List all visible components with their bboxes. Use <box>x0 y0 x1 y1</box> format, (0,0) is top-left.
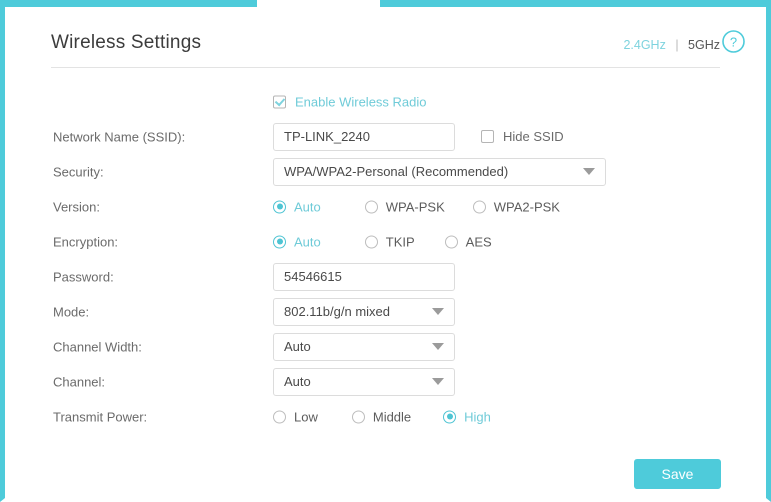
hide-ssid-checkbox[interactable] <box>481 130 494 143</box>
channel-width-select[interactable]: Auto <box>273 332 455 361</box>
enable-wireless-radio-field: Enable Wireless Radio <box>273 94 427 109</box>
security-field: WPA/WPA2-Personal (Recommended) <box>273 157 606 186</box>
transmit-power-option-high[interactable]: High <box>443 409 491 424</box>
wireless-settings-page: Wireless Settings 2.4GHz | 5GHz ? Enable… <box>0 0 771 502</box>
channel-label: Channel: <box>53 374 106 389</box>
password-input[interactable]: 54546615 <box>273 262 455 291</box>
transmit-power-field: Low Middle High <box>273 409 491 424</box>
channel-width-selected-value: Auto <box>284 339 311 354</box>
mode-selected-value: 802.11b/g/n mixed <box>284 304 390 319</box>
help-circle-icon[interactable]: ? <box>721 29 746 54</box>
mode-label: Mode: <box>53 304 90 319</box>
transmit-power-high-radio[interactable] <box>443 410 457 423</box>
channel-select[interactable]: Auto <box>273 367 455 396</box>
chevron-down-icon <box>432 308 444 315</box>
ssid-input[interactable]: TP-LINK_2240 <box>273 122 455 151</box>
version-wpa-psk-label: WPA-PSK <box>385 199 445 214</box>
security-select[interactable]: WPA/WPA2-Personal (Recommended) <box>273 157 606 186</box>
page-header: Wireless Settings 2.4GHz | 5GHz <box>51 32 720 68</box>
mode-field: 802.11b/g/n mixed <box>273 297 455 326</box>
svg-text:?: ? <box>730 34 737 49</box>
channel-width-field: Auto <box>273 332 455 361</box>
version-wpa-psk-radio[interactable] <box>364 200 378 213</box>
version-label: Version: <box>53 199 100 214</box>
security-label: Security: <box>53 164 104 179</box>
version-wpa2-psk-radio[interactable] <box>472 200 486 213</box>
row-channel-width: Channel Width: Auto <box>5 329 766 364</box>
encryption-tkip-label: TKIP <box>385 234 415 249</box>
mode-select[interactable]: 802.11b/g/n mixed <box>273 297 455 326</box>
transmit-power-high-label: High <box>464 409 491 424</box>
hide-ssid-label: Hide SSID <box>503 129 564 144</box>
version-radio-group: Auto WPA-PSK WPA2-PSK <box>273 199 560 214</box>
encryption-radio-group: Auto TKIP AES <box>273 234 492 249</box>
page-title: Wireless Settings <box>51 32 202 53</box>
row-transmit-power: Transmit Power: Low Middle High <box>5 399 766 434</box>
top-bar-left-segment <box>5 0 257 7</box>
encryption-option-aes[interactable]: AES <box>444 234 492 249</box>
chevron-down-icon <box>432 343 444 350</box>
row-password: Password: 54546615 <box>5 259 766 294</box>
encryption-field: Auto TKIP AES <box>273 234 492 249</box>
channel-field: Auto <box>273 367 455 396</box>
save-button[interactable]: Save <box>634 459 721 489</box>
security-selected-value: WPA/WPA2-Personal (Recommended) <box>284 164 509 179</box>
row-version: Version: Auto WPA-PSK WPA2-PSK <box>5 189 766 224</box>
enable-wireless-radio-checkbox[interactable] <box>273 95 286 108</box>
transmit-power-option-low[interactable]: Low <box>273 409 318 424</box>
encryption-auto-label: Auto <box>294 234 321 249</box>
encryption-option-tkip[interactable]: TKIP <box>364 234 415 249</box>
band-tab-5ghz[interactable]: 5GHz <box>688 38 720 52</box>
version-auto-label: Auto <box>294 199 321 214</box>
transmit-power-label: Transmit Power: <box>53 409 148 424</box>
chevron-down-icon <box>583 168 595 175</box>
row-encryption: Encryption: Auto TKIP AES <box>5 224 766 259</box>
password-field: 54546615 <box>273 262 455 291</box>
network-name-label: Network Name (SSID): <box>53 129 186 144</box>
enable-wireless-radio-label: Enable Wireless Radio <box>295 94 427 109</box>
row-enable-wireless-radio: Enable Wireless Radio <box>5 84 766 119</box>
version-option-auto[interactable]: Auto <box>273 199 321 214</box>
encryption-auto-radio[interactable] <box>273 235 286 248</box>
row-security: Security: WPA/WPA2-Personal (Recommended… <box>5 154 766 189</box>
top-bar-right-segment <box>380 0 766 7</box>
version-field: Auto WPA-PSK WPA2-PSK <box>273 199 560 214</box>
row-channel: Channel: Auto <box>5 364 766 399</box>
transmit-power-option-middle[interactable]: Middle <box>351 409 412 424</box>
wireless-settings-form: Enable Wireless Radio Network Name (SSID… <box>5 84 766 434</box>
band-separator: | <box>675 38 679 52</box>
encryption-aes-label: AES <box>465 234 492 249</box>
network-name-field: TP-LINK_2240 Hide SSID <box>273 122 564 151</box>
transmit-power-radio-group: Low Middle High <box>273 409 491 424</box>
transmit-power-low-label: Low <box>294 409 318 424</box>
transmit-power-low-radio[interactable] <box>273 410 286 423</box>
frequency-band-tabs: 2.4GHz | 5GHz <box>623 38 720 52</box>
chevron-down-icon <box>432 378 444 385</box>
channel-selected-value: Auto <box>284 374 311 389</box>
top-accent-bar <box>5 0 766 7</box>
row-mode: Mode: 802.11b/g/n mixed <box>5 294 766 329</box>
encryption-tkip-radio[interactable] <box>364 235 378 248</box>
password-label: Password: <box>53 269 114 284</box>
band-tab-2-4ghz[interactable]: 2.4GHz <box>623 38 665 52</box>
top-bar-tab-notch <box>257 0 380 7</box>
version-option-wpa-psk[interactable]: WPA-PSK <box>364 199 445 214</box>
channel-width-label: Channel Width: <box>53 339 142 354</box>
version-auto-radio[interactable] <box>273 200 286 213</box>
row-network-name: Network Name (SSID): TP-LINK_2240 Hide S… <box>5 119 766 154</box>
encryption-label: Encryption: <box>53 234 119 249</box>
version-option-wpa2-psk[interactable]: WPA2-PSK <box>472 199 560 214</box>
encryption-aes-radio[interactable] <box>444 235 458 248</box>
version-wpa2-psk-label: WPA2-PSK <box>493 199 560 214</box>
transmit-power-middle-radio[interactable] <box>351 410 365 423</box>
encryption-option-auto[interactable]: Auto <box>273 234 321 249</box>
transmit-power-middle-label: Middle <box>372 409 412 424</box>
